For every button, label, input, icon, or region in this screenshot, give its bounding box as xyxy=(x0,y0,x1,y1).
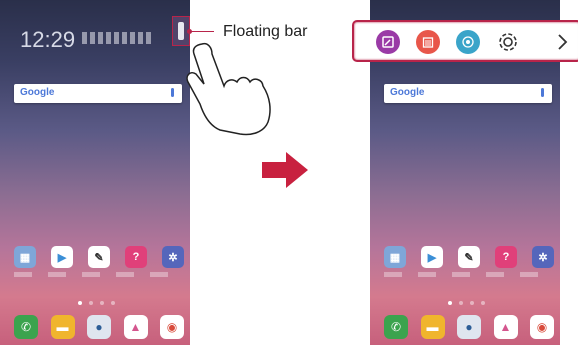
calendar-icon[interactable] xyxy=(416,30,440,54)
gallery-icon[interactable]: ▲ xyxy=(123,315,148,339)
camera-icon[interactable]: ● xyxy=(457,315,481,339)
page-dot xyxy=(78,301,82,305)
pen-icon[interactable]: ✎ xyxy=(88,246,110,268)
chevron-right-icon[interactable] xyxy=(550,30,574,54)
play-store-icon[interactable]: ▶ xyxy=(51,246,73,268)
play-store-icon[interactable]: ▶ xyxy=(421,246,443,268)
page-dot xyxy=(100,301,104,305)
app-row: ▦ ▶ ✎ ? ✲ xyxy=(14,246,184,268)
settings-icon[interactable]: ✲ xyxy=(162,246,184,268)
floating-bar xyxy=(352,20,578,62)
app-labels xyxy=(14,272,184,277)
app-labels xyxy=(384,272,554,277)
dock: ✆ ▬ ● ▲ ◉ xyxy=(384,315,554,339)
memo-icon[interactable] xyxy=(376,30,400,54)
google-logo: Google xyxy=(20,87,55,98)
compass-icon[interactable] xyxy=(456,30,480,54)
message-icon[interactable]: ▬ xyxy=(420,315,445,339)
page-dot xyxy=(448,301,452,305)
folder-icon[interactable]: ▦ xyxy=(384,246,406,268)
callout-label: Floating bar xyxy=(223,23,308,40)
pen-icon[interactable]: ✎ xyxy=(458,246,480,268)
handle-icon xyxy=(178,22,184,40)
settings-icon[interactable] xyxy=(496,30,520,54)
google-search-widget[interactable]: Google xyxy=(14,84,182,103)
date-text xyxy=(82,32,152,44)
page-indicator xyxy=(78,301,115,305)
phone-icon[interactable]: ✆ xyxy=(384,315,408,339)
camera-icon[interactable]: ● xyxy=(87,315,111,339)
lock-clock: 12:29 xyxy=(20,27,76,52)
right-arrow-icon xyxy=(262,152,308,188)
page-dot xyxy=(111,301,115,305)
help-icon[interactable]: ? xyxy=(125,246,147,268)
page-dot xyxy=(481,301,485,305)
chrome-icon[interactable]: ◉ xyxy=(160,315,184,339)
message-icon[interactable]: ▬ xyxy=(50,315,75,339)
settings-icon[interactable]: ✲ xyxy=(532,246,554,268)
app-row: ▦ ▶ ✎ ? ✲ xyxy=(384,246,554,268)
mic-icon[interactable] xyxy=(171,88,174,97)
dock: ✆ ▬ ● ▲ ◉ xyxy=(14,315,184,339)
page-dot xyxy=(459,301,463,305)
home-screen-before: 12:29 Google ▦ ▶ ✎ ? ✲ ✆ ▬ ● ▲ ◉ xyxy=(0,0,190,345)
callout-line xyxy=(189,31,214,32)
folder-icon[interactable]: ▦ xyxy=(14,246,36,268)
google-logo: Google xyxy=(390,87,425,98)
page-indicator xyxy=(448,301,485,305)
page-dot xyxy=(89,301,93,305)
page-dot xyxy=(470,301,474,305)
google-search-widget[interactable]: Google xyxy=(384,84,552,103)
chrome-icon[interactable]: ◉ xyxy=(530,315,554,339)
gallery-icon[interactable]: ▲ xyxy=(493,315,518,339)
phone-icon[interactable]: ✆ xyxy=(14,315,38,339)
help-icon[interactable]: ? xyxy=(495,246,517,268)
hand-pointer-icon xyxy=(186,42,271,136)
mic-icon[interactable] xyxy=(541,88,544,97)
